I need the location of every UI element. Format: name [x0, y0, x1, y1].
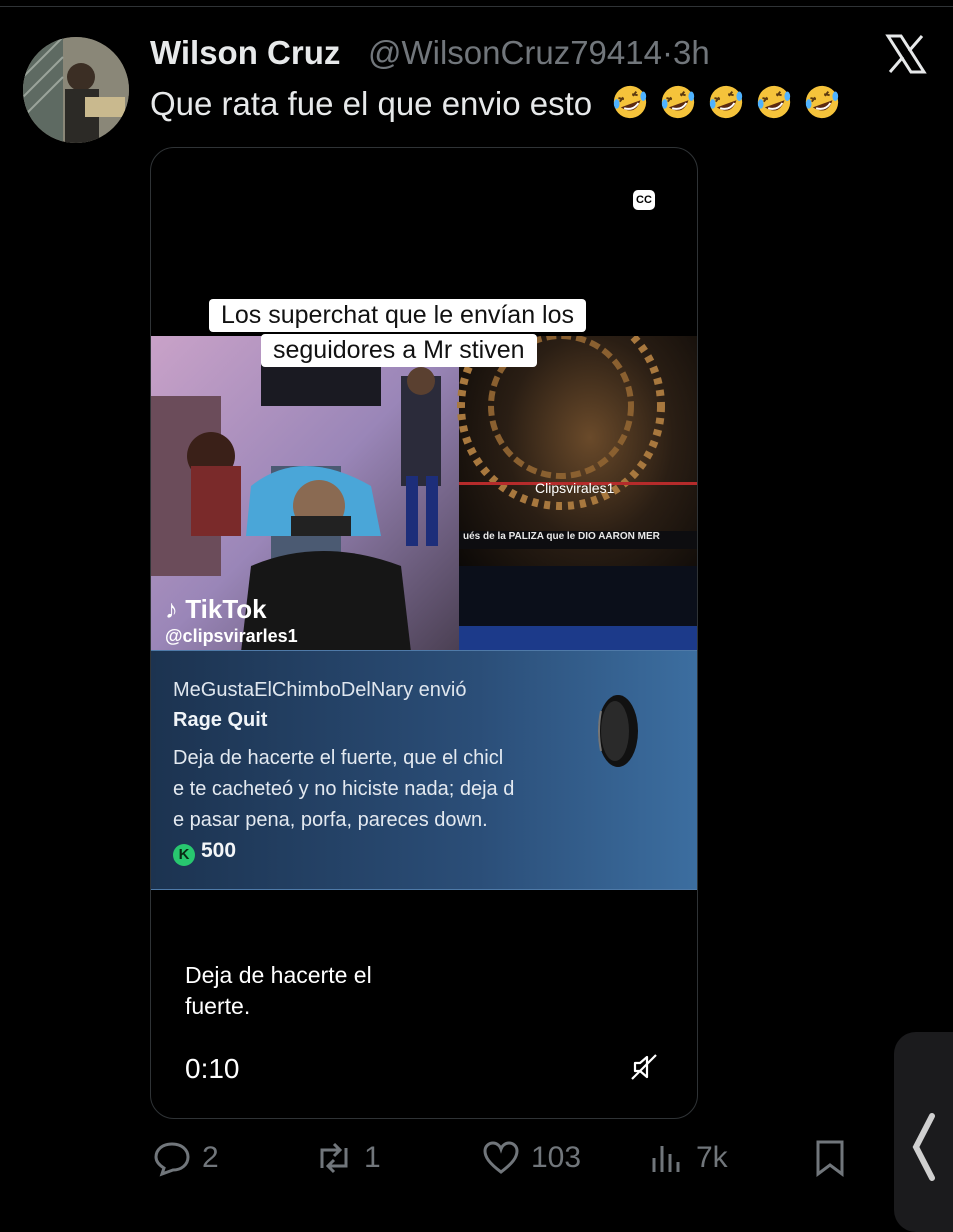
rolling-on-floor-laughing-emoji	[662, 85, 695, 119]
subtitle-line: Deja de hacerte el	[185, 962, 372, 988]
coin-icon: K	[173, 844, 195, 866]
author-handle[interactable]: @WilsonCruz79414	[368, 34, 662, 71]
video-subtitle: Deja de hacerte el fuerte.	[185, 960, 372, 1022]
rolling-on-floor-laughing-emoji	[614, 85, 647, 119]
tweet-time[interactable]: 3h	[673, 34, 710, 71]
tiktok-handle: @clipsvirarles1	[165, 626, 298, 646]
x-logo-icon[interactable]	[884, 32, 928, 76]
heart-icon	[483, 1141, 519, 1174]
superchat-message-line: e te cacheteó y no hiciste nada; deja d	[173, 778, 515, 800]
views-count: 7k	[696, 1141, 728, 1174]
author-avatar[interactable]	[23, 37, 129, 143]
superchat-sender: MeGustaElChimboDelNary envió	[173, 679, 467, 701]
avatar-image	[23, 37, 129, 143]
reply-icon	[154, 1142, 190, 1177]
video-timestamp: 0:10	[185, 1053, 240, 1084]
repost-button[interactable]: 1	[314, 1138, 381, 1178]
author-handle-time[interactable]: @WilsonCruz79414·3h	[368, 34, 710, 72]
video-frame: Clipsvirales1 ués de la PALIZA que le DI…	[151, 302, 697, 652]
bookmark-icon	[816, 1140, 844, 1177]
side-panel-handle[interactable]	[894, 1032, 953, 1232]
bookmark-button[interactable]	[810, 1138, 860, 1178]
chevron-left-icon	[912, 1113, 935, 1181]
tiktok-note-icon: ♪	[165, 594, 178, 624]
subtitle-line: fuerte.	[185, 993, 251, 1019]
views-chart-icon	[652, 1146, 680, 1172]
tweet-text: Que rata fue el que envio esto	[150, 83, 841, 123]
top-divider	[0, 6, 953, 7]
tweet-actions-bar: 2 1 103 7k	[0, 1138, 953, 1186]
like-button[interactable]: 103	[481, 1138, 581, 1178]
emoji-row	[601, 85, 841, 122]
superchat-amount: K 500	[173, 839, 236, 866]
views-button[interactable]: 7k	[646, 1138, 728, 1178]
repost-count: 1	[364, 1141, 381, 1174]
video-banner-text: ués de la PALIZA que le DIO AARON MER	[463, 531, 660, 542]
tiktok-logo: ♪ TikTok	[165, 594, 267, 625]
reply-count: 2	[202, 1141, 219, 1174]
separator-dot: ·	[661, 34, 673, 71]
closed-captions-button[interactable]: CC	[633, 190, 655, 210]
rage-quit-gift-icon	[598, 695, 638, 767]
tiktok-label: TikTok	[185, 594, 267, 624]
overlay-caption-line2: seguidores a Mr stiven	[261, 334, 537, 367]
rolling-on-floor-laughing-emoji	[758, 85, 791, 119]
superchat-card: MeGustaElChimboDelNary envió Rage Quit D…	[151, 650, 697, 890]
author-name[interactable]: Wilson Cruz	[150, 34, 340, 72]
overlay-caption-line1: Los superchat que le envían los	[209, 299, 587, 332]
reply-button[interactable]: 2	[152, 1138, 219, 1178]
superchat-message: Deja de hacerte el fuerte, que el chicl …	[173, 743, 553, 836]
superchat-amount-value: 500	[201, 839, 237, 862]
superchat-message-line: Deja de hacerte el fuerte, que el chicl	[173, 747, 504, 769]
video-player[interactable]: CC Clipsvirales1 ués de la PALIZA que le…	[150, 147, 698, 1119]
repost-icon	[320, 1142, 348, 1174]
superchat-message-line: e pasar pena, porfa, pareces down.	[173, 809, 488, 831]
tweet-body: Que rata fue el que envio esto	[150, 85, 593, 122]
superchat-title: Rage Quit	[173, 709, 268, 731]
clip-watermark: Clipsvirales1	[535, 480, 615, 496]
like-count: 103	[531, 1141, 582, 1174]
muted-speaker-icon[interactable]	[629, 1052, 659, 1082]
rolling-on-floor-laughing-emoji	[806, 85, 839, 119]
rolling-on-floor-laughing-emoji	[710, 85, 743, 119]
